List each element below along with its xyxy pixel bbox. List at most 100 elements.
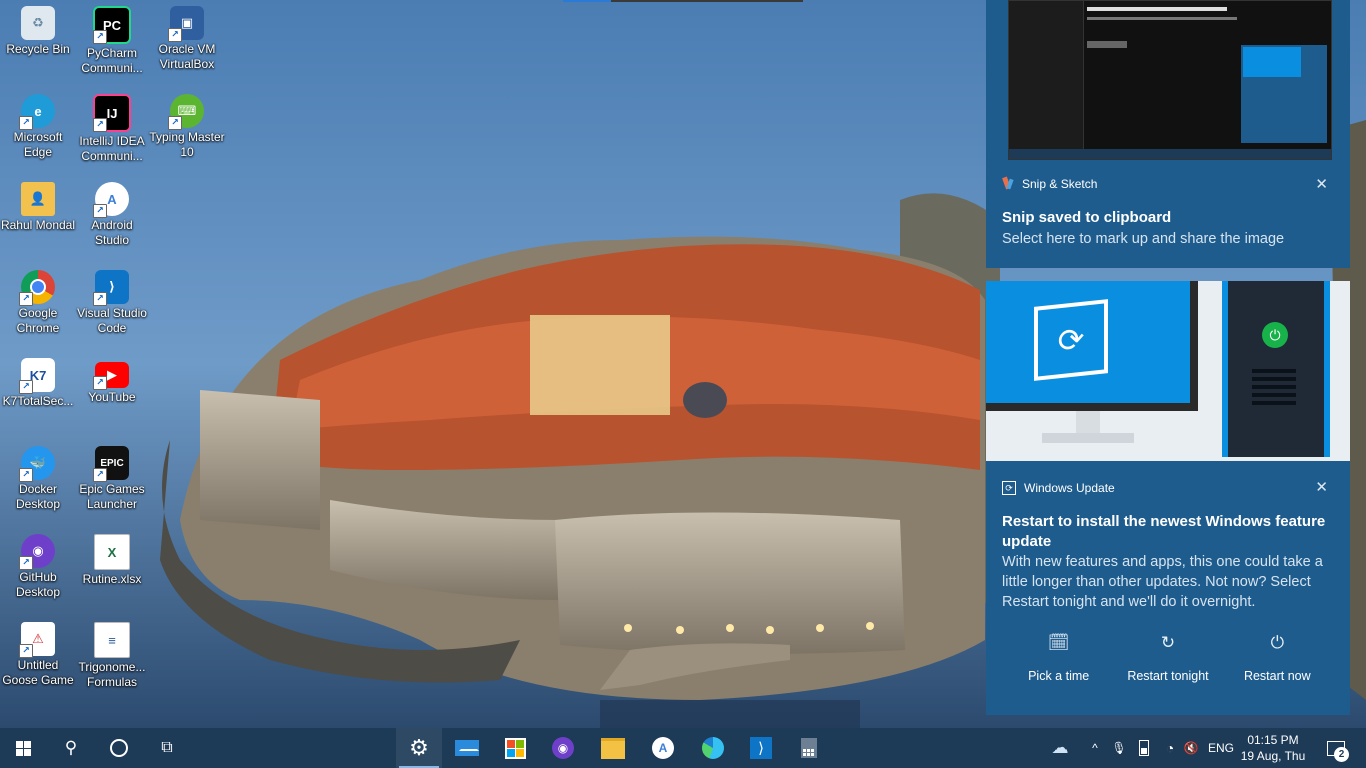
gear-icon: ⚙ — [409, 735, 429, 760]
search-button[interactable]: ⚲ — [48, 728, 94, 768]
desktop-icon-document-file[interactable]: ≡ Trigonome... Formulas — [74, 616, 150, 690]
cortana-button[interactable] — [96, 728, 142, 768]
taskbar-app-android-studio[interactable]: A — [640, 728, 686, 768]
epic-games-icon: EPIC ↗ — [93, 446, 129, 482]
desktop-icon-excel-file[interactable]: X Rutine.xlsx — [74, 528, 150, 587]
desktop-icon-chrome[interactable]: ↗ Google Chrome — [0, 264, 76, 336]
monitor-base — [1042, 433, 1134, 443]
desktop-icon-label: Untitled Goose Game — [2, 658, 74, 687]
update-hero-image: ⟳ ⏻ — [986, 281, 1350, 461]
pick-a-time-label: Pick a time — [1028, 669, 1090, 683]
desktop-icon-intellij[interactable]: IJ ↗ IntelliJ IDEA Communi... — [74, 88, 150, 164]
update-toast-close-button[interactable]: ✕ — [1315, 478, 1328, 496]
task-view-button[interactable]: ⧉ — [144, 728, 190, 768]
excel-file-icon: X — [94, 534, 130, 570]
update-toast-header: ⟳ Windows Update — [1002, 481, 1115, 495]
volume-muted-icon: 🔇 — [1183, 741, 1199, 755]
taskbar-app-github-desktop[interactable]: ◉ — [540, 728, 586, 768]
desktop-icon-label: Oracle VM VirtualBox — [158, 42, 216, 71]
desktop-icon-grid: ♻ Recycle Bin PC ↗ PyCharm Communi... ▣ ↗ … — [0, 0, 230, 728]
language-indicator: ENG — [1207, 741, 1234, 755]
snip-toast-close-button[interactable]: ✕ — [1315, 175, 1328, 193]
tray-weather[interactable]: ☁ — [1044, 728, 1076, 768]
desktop-icon-label: PyCharm Communi... — [81, 46, 143, 75]
pc-tower-edge-left — [1222, 281, 1228, 457]
github-desktop-icon: ◉ ↗ — [19, 534, 55, 570]
snip-sketch-notification[interactable]: Snip & Sketch ✕ Snip saved to clipboard … — [986, 0, 1350, 268]
pick-a-time-button[interactable]: 🗓 Pick a time — [1009, 633, 1109, 683]
taskbar-app-settings[interactable]: ⚙ — [396, 728, 442, 768]
desktop-icon-label: Recycle Bin — [6, 42, 70, 56]
desktop-icon-docker[interactable]: 🐳 ↗ Docker Desktop — [0, 440, 76, 512]
cortana-icon — [110, 739, 128, 757]
taskbar-app-store[interactable] — [492, 728, 538, 768]
desktop-icon-goose-game[interactable]: ⚠ ↗ Untitled Goose Game — [0, 616, 76, 688]
desktop-icon-label: Epic Games Launcher — [79, 482, 145, 511]
desktop-icon-android-studio[interactable]: A ↗ Android Studio — [74, 176, 150, 248]
taskbar-app-calculator[interactable] — [786, 728, 832, 768]
github-desktop-icon: ◉ — [552, 737, 574, 759]
folder-icon — [601, 737, 625, 759]
tray-language[interactable]: ENG — [1204, 728, 1238, 768]
thumbnail-monitor — [1243, 47, 1301, 77]
desktop-icon-recycle-bin[interactable]: ♻ Recycle Bin — [0, 0, 76, 57]
windows-update-notification[interactable]: ⟳ ⏻ ⟳ Windows Update ✕ Restart to instal… — [986, 281, 1350, 715]
android-studio-icon: A ↗ — [93, 182, 129, 218]
desktop-icon-github-desktop[interactable]: ◉ ↗ GitHub Desktop — [0, 528, 76, 600]
tray-wifi[interactable]: ◔ — [1158, 728, 1182, 768]
power-icon: ⏻ — [1270, 633, 1285, 652]
desktop-icon-typing-master[interactable]: ⌨ ↗ Typing Master 10 — [149, 88, 225, 160]
desktop-icon-vscode[interactable]: ⟩ ↗ Visual Studio Code — [74, 264, 150, 336]
desktop-icon-k7-security[interactable]: K7 ↗ K7TotalSec... — [0, 352, 76, 409]
update-toast-body: With new features and apps, this one cou… — [1002, 554, 1323, 610]
desktop-icon-label: Docker Desktop — [15, 482, 61, 511]
pc-vents — [1252, 369, 1296, 373]
monitor-neck — [1076, 411, 1100, 433]
window-edge-accent — [563, 0, 611, 2]
restart-tonight-label: Restart tonight — [1127, 669, 1209, 683]
android-studio-icon: A — [652, 737, 674, 759]
snip-toast-header: Snip & Sketch — [1002, 176, 1097, 191]
desktop-icon-label: Trigonome... Formulas — [78, 660, 146, 689]
mail-icon — [455, 740, 479, 756]
tray-show-hidden-button[interactable]: ^ — [1084, 728, 1106, 768]
desktop-icon-epic-games[interactable]: EPIC ↗ Epic Games Launcher — [74, 440, 150, 512]
thumbnail-line — [1087, 17, 1237, 20]
restart-icon: ↻ — [1160, 633, 1176, 652]
user-folder-icon: 👤 — [21, 182, 55, 216]
wifi-icon: ◔ — [1165, 740, 1175, 756]
taskbar-app-mail[interactable] — [444, 728, 490, 768]
tray-battery[interactable] — [1132, 728, 1156, 768]
taskbar-app-vscode[interactable]: ⟩ — [738, 728, 784, 768]
update-toast-actions: 🗓 Pick a time ↻ Restart tonight ⏻ Restar… — [986, 633, 1350, 683]
start-button[interactable] — [0, 728, 46, 768]
chrome-icon: ↗ — [19, 270, 55, 306]
thumbnail-button — [1087, 41, 1127, 48]
desktop-icon-label: K7TotalSec... — [2, 394, 74, 408]
edge-icon — [702, 737, 724, 759]
store-icon — [504, 737, 526, 759]
clock-time: 01:15 PM — [1247, 733, 1299, 747]
tray-volume[interactable]: 🔇 — [1180, 728, 1202, 768]
desktop-icon-label: Rahul Mondal — [0, 218, 76, 232]
desktop-icon-label: Microsoft Edge — [13, 130, 63, 159]
desktop-icon-youtube[interactable]: ▶ ↗ YouTube — [74, 352, 150, 405]
notification-count-badge: 2 — [1334, 747, 1349, 762]
intellij-icon: IJ ↗ — [93, 94, 131, 132]
desktop-icon-edge[interactable]: e ↗ Microsoft Edge — [0, 88, 76, 160]
recycle-bin-icon: ♻ — [21, 6, 55, 40]
taskbar-app-edge[interactable] — [690, 728, 736, 768]
restart-tonight-button[interactable]: ↻ Restart tonight — [1118, 633, 1218, 683]
snip-preview-thumbnail[interactable] — [1008, 0, 1332, 160]
restart-now-label: Restart now — [1243, 669, 1311, 683]
update-toast-title: Restart to install the newest Windows fe… — [1002, 513, 1326, 550]
desktop-icon-virtualbox[interactable]: ▣ ↗ Oracle VM VirtualBox — [149, 0, 225, 72]
pc-tower-edge-right — [1324, 281, 1330, 457]
desktop-icon-pycharm[interactable]: PC ↗ PyCharm Communi... — [74, 0, 150, 76]
desktop-icon-user-folder[interactable]: 👤 Rahul Mondal — [0, 176, 76, 233]
tray-microphone[interactable]: 🎙 — [1108, 728, 1130, 768]
taskbar-app-file-explorer[interactable] — [590, 728, 636, 768]
clock-date: 19 Aug, Thu — [1240, 749, 1306, 763]
restart-now-button[interactable]: ⏻ Restart now — [1227, 633, 1327, 683]
tray-clock[interactable]: 01:15 PM 19 Aug, Thu — [1238, 732, 1308, 764]
